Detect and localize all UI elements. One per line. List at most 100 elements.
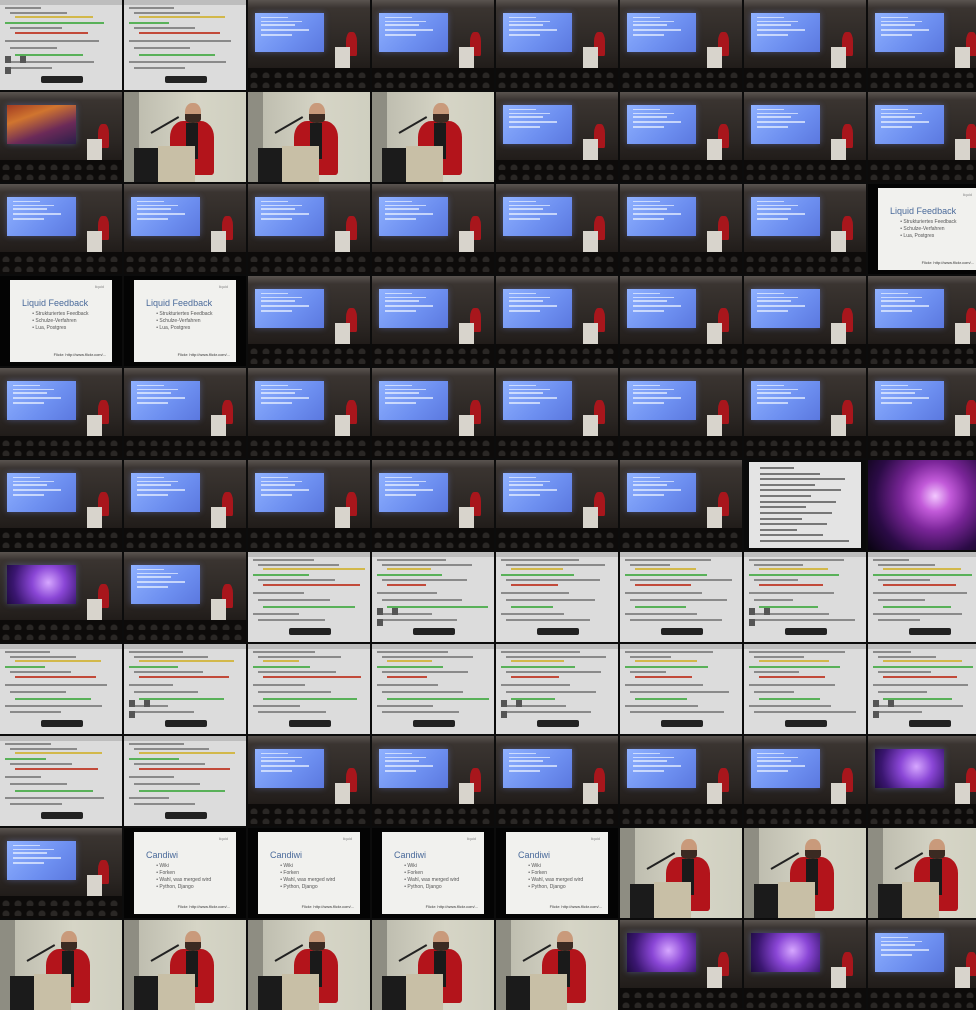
audience [496,436,618,458]
video-player-controls [413,719,455,727]
projection-screen [131,196,200,237]
ceiling [0,828,122,837]
screen-text-line [260,213,309,215]
slide-bullet: • Wiki [156,863,169,870]
projection-screen [503,748,572,789]
screen-text-line [136,208,171,211]
page-text-line [14,676,97,679]
thumbnail-frame [0,368,122,458]
thumbnail-frame [620,920,742,1010]
thumbnail-frame [868,0,976,90]
thumbnail-frame [620,828,742,918]
ceiling [496,184,618,193]
user-avatar [500,710,507,718]
thumbnail-frame [744,276,866,366]
ceiling [0,368,122,377]
thumbnail-frame [248,0,370,90]
slide-bullet: • Schulze-Verfahren [32,318,77,325]
document-text-line [760,483,816,486]
thumbnail-frame [744,184,866,274]
podium [334,322,351,347]
page-text-line [9,782,68,785]
ceiling [248,460,370,469]
audience [496,160,618,182]
projection-screen [875,288,944,329]
thumbnail-frame [620,368,742,458]
page-text-line [9,802,63,805]
screen-text-line [880,384,909,387]
page-text-line [128,61,227,64]
slide-bullet: • Wiki [280,863,293,870]
page-text-line [386,606,488,608]
user-avatar [872,710,879,718]
page-text-line [386,568,431,571]
video-player-controls [289,719,331,727]
screen-text-line [756,204,798,207]
slide-title: Candiwi [394,849,427,860]
ceiling [620,276,742,285]
screen-text-line [756,208,791,211]
slide-bullet: • Forken [280,870,299,877]
user-avatar [763,607,770,615]
ceiling [496,736,618,745]
projection-screen [503,472,572,513]
screen-text-line [12,489,61,491]
user-avatar [128,710,135,718]
screen-text-line [136,476,165,479]
page-text-line [872,613,962,616]
beard [557,941,573,951]
browser-toolbar [124,644,246,650]
screen-text-line [880,940,922,943]
page-text-line [748,591,835,594]
screen-text-line [632,388,674,391]
projection-screen [627,932,696,973]
page-text-line [14,660,102,663]
ceiling [868,92,976,101]
page-text-line [9,747,77,750]
projection-screen [7,196,76,237]
thumbnail-frame [868,828,976,918]
video-player-controls [165,75,207,83]
page-text-line [381,655,474,658]
screen-text-line [632,756,674,759]
thumbnail-frame [496,460,618,550]
page-text-line [505,579,600,581]
ceiling [496,460,618,469]
screen-text-line [508,765,557,767]
screen-text-line [508,204,550,207]
screen-text-line [384,305,433,307]
podium [210,230,227,255]
page-text-line [9,11,68,14]
ceiling [496,0,618,9]
page-text-line [753,655,804,658]
page-text-line [133,710,194,713]
page-text-line [138,660,234,663]
screen-text-line [880,309,912,312]
beard [805,849,821,859]
slide-footer: Flickr: http://www.flickr.com/... [425,904,479,910]
page-text-line [386,676,427,679]
slide-bullets: • Strukturiertes Feedback • Schulze-Verfa… [900,219,956,240]
podium [458,782,475,807]
thumbnail-frame [744,460,866,550]
ceiling [620,460,742,469]
screen-text-line [260,296,302,299]
podium [210,506,227,531]
projection-screen [875,932,944,973]
screen-text-line [12,200,41,203]
screen-text-line [756,305,805,307]
page-text-line [629,655,672,658]
screen-text-line [508,108,537,111]
page-text-line [14,32,88,35]
podium [334,46,351,71]
page-text-line [128,743,184,746]
screen-text-line [880,20,922,23]
page-text-line [629,598,728,601]
screen-text-line [384,388,426,391]
page-text-line [510,676,560,679]
slide-bullet: • Forken [156,870,175,877]
browser-toolbar [124,0,246,6]
ceiling [124,552,246,561]
video-player-controls [289,627,331,635]
ceiling [372,460,494,469]
